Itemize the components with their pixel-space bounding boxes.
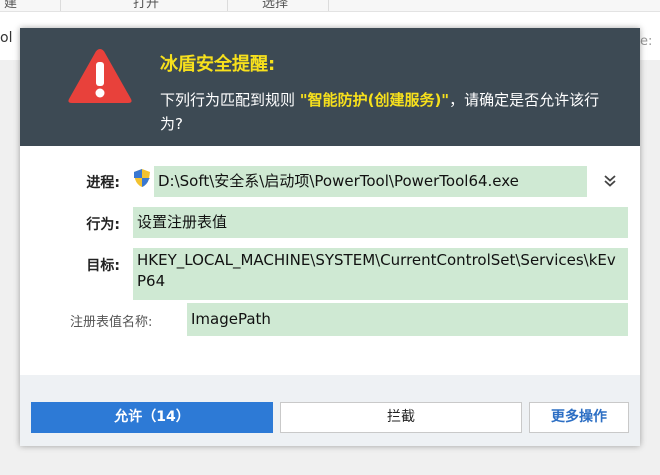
- dialog-header: 冰盾安全提醒: 下列行为匹配到规则 "智能防护(创建服务)"，请确定是否允许该行…: [20, 28, 640, 146]
- background-toolbar: 建 打开 选择: [0, 0, 660, 12]
- dialog-message: 下列行为匹配到规则 "智能防护(创建服务)"，请确定是否允许该行为?: [160, 88, 620, 136]
- registry-value-name-field: ImagePath: [187, 303, 628, 336]
- toolbar-divider: [60, 0, 61, 11]
- uac-shield-icon: [134, 169, 150, 187]
- warning-triangle-icon: [68, 49, 132, 103]
- process-label: 进程:: [86, 175, 120, 191]
- target-field: HKEY_LOCAL_MACHINE\SYSTEM\CurrentControl…: [133, 248, 628, 300]
- toolbar-item-new[interactable]: 建: [4, 0, 17, 11]
- dialog-title: 冰盾安全提醒:: [160, 54, 276, 75]
- toolbar-item-open[interactable]: 打开: [133, 0, 159, 11]
- process-path-field: D:\Soft\安全系\启动项\PowerTool\PowerTool64.ex…: [154, 166, 587, 197]
- message-prefix: 下列行为匹配到规则: [160, 91, 300, 109]
- background-row-text-right: e:: [640, 34, 653, 49]
- registry-value-name-label: 注册表值名称:: [70, 315, 153, 330]
- action-label: 行为:: [86, 217, 120, 233]
- toolbar-divider: [328, 0, 329, 11]
- toolbar-item-select[interactable]: 选择: [262, 0, 288, 11]
- double-chevron-down-icon[interactable]: [603, 174, 617, 188]
- target-label: 目标:: [86, 258, 120, 274]
- block-button[interactable]: 拦截: [280, 402, 522, 433]
- toolbar-divider: [227, 0, 228, 11]
- more-actions-button[interactable]: 更多操作: [529, 402, 629, 433]
- allow-button[interactable]: 允许（14）: [31, 402, 273, 433]
- rule-name: "智能防护(创建服务)": [299, 91, 450, 109]
- action-field: 设置注册表值: [133, 207, 628, 238]
- background-row-text: ol: [0, 30, 13, 46]
- security-alert-dialog: 冰盾安全提醒: 下列行为匹配到规则 "智能防护(创建服务)"，请确定是否允许该行…: [20, 28, 640, 446]
- dialog-footer: 允许（14） 拦截 更多操作: [20, 375, 640, 446]
